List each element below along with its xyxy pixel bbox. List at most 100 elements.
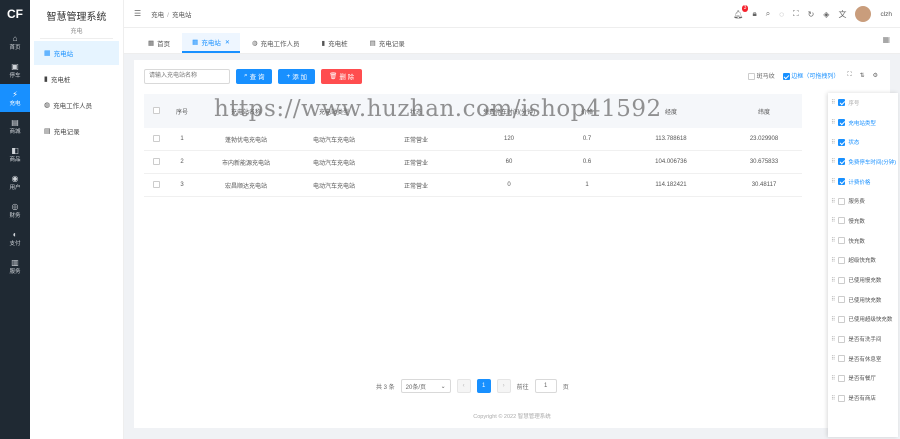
tab-home[interactable]: ▦ 首页: [138, 33, 180, 53]
stripe-toggle[interactable]: 斑马纹: [748, 71, 775, 80]
column-setting-item[interactable]: ⠿ 状态: [828, 132, 898, 152]
column-visible-checkbox[interactable]: [838, 315, 846, 323]
fullscreen-icon[interactable]: ⛶: [847, 72, 851, 79]
tab-charging-pile[interactable]: ▮ 充电桩: [312, 33, 358, 53]
drag-handle-icon[interactable]: ⠿: [831, 198, 835, 205]
column-visible-checkbox[interactable]: [838, 276, 846, 284]
column-visible-checkbox[interactable]: [838, 138, 846, 146]
drag-handle-icon[interactable]: ⠿: [831, 139, 835, 146]
drag-handle-icon[interactable]: ⠿: [831, 217, 835, 224]
column-visible-checkbox[interactable]: [838, 335, 846, 343]
column-visible-checkbox[interactable]: [838, 394, 846, 402]
drag-handle-icon[interactable]: ⠿: [831, 316, 835, 323]
sidebar-item-charging-pile[interactable]: ▮ 充电桩: [34, 67, 119, 91]
drag-handle-icon[interactable]: ⠿: [831, 158, 835, 165]
column-setting-item[interactable]: ⠿ 计费价格: [828, 172, 898, 192]
column-setting-item[interactable]: ⠿ 服务费: [828, 191, 898, 211]
drag-handle-icon[interactable]: ⠿: [831, 257, 835, 264]
nav-payment[interactable]: ◐ 支付: [0, 224, 30, 252]
username[interactable]: clzh: [880, 11, 892, 18]
drag-handle-icon[interactable]: ⠿: [831, 277, 835, 284]
table-row[interactable]: 3 宏昌顺达充电站 电动汽车充电站 正常营业 0 1 114.182421 30…: [144, 174, 802, 197]
next-page-button[interactable]: ›: [496, 379, 511, 393]
column-setting-item[interactable]: ⠿ 是否有餐厅: [828, 369, 898, 389]
nav-finance[interactable]: ◎ 财务: [0, 196, 30, 224]
notification-bell-icon[interactable]: 🔔︎ 3: [733, 4, 749, 19]
goto-page-input[interactable]: 1: [534, 379, 557, 393]
column-header[interactable]: 价格: [558, 107, 616, 116]
drag-handle-icon[interactable]: ⠿: [831, 99, 835, 106]
refresh-icon[interactable]: ↻: [808, 10, 815, 19]
prev-page-button[interactable]: ‹: [456, 379, 471, 393]
theme-icon[interactable]: ◈: [823, 10, 829, 19]
column-visible-checkbox[interactable]: [838, 374, 846, 382]
column-header[interactable]: 纬度: [726, 107, 802, 116]
drag-handle-icon[interactable]: ⠿: [831, 119, 835, 126]
nav-charging[interactable]: ⚡ 充电: [0, 84, 30, 112]
drag-handle-icon[interactable]: ⠿: [831, 355, 835, 362]
sidebar-item-records[interactable]: ▤ 充电记录: [34, 119, 119, 143]
add-button[interactable]: + 添 加: [278, 68, 316, 84]
nav-goods[interactable]: ◧ 商品: [0, 140, 30, 168]
close-icon[interactable]: ✕: [225, 39, 230, 46]
column-setting-item[interactable]: ⠿ 已使用快充数: [828, 290, 898, 310]
sidebar-item-staff[interactable]: ◍ 充电工作人员: [34, 93, 119, 117]
table-row[interactable]: 1 蓬勃优电充电站 电动汽车充电站 正常营业 120 0.7 113.78861…: [144, 128, 802, 151]
column-setting-item[interactable]: ⠿ 是否有洗手间: [828, 329, 898, 349]
lock-icon[interactable]: 🔒︎: [752, 9, 756, 19]
drag-handle-icon[interactable]: ⠿: [831, 178, 835, 185]
column-header[interactable]: 免费停车时间(分钟): [460, 107, 558, 116]
nav-service[interactable]: ▥ 服务: [0, 252, 30, 280]
column-visible-checkbox[interactable]: [838, 158, 846, 166]
column-setting-item[interactable]: ⠿ 序号: [828, 93, 898, 113]
nav-home[interactable]: ⌂ 首页: [0, 28, 30, 56]
drag-handle-icon[interactable]: ⠿: [831, 375, 835, 382]
tab-charging-station[interactable]: ▦ 充电站 ✕: [182, 33, 240, 53]
table-row[interactable]: 2 市内新能源充电站 电动汽车充电站 正常营业 60 0.6 104.00673…: [144, 151, 802, 174]
fullscreen-icon[interactable]: ⛶: [793, 9, 799, 19]
drag-handle-icon[interactable]: ⠿: [831, 395, 835, 402]
column-setting-item[interactable]: ⠿ 超级快充数: [828, 251, 898, 271]
column-header[interactable]: 充电站类型: [296, 107, 372, 116]
column-settings-icon[interactable]: ⚙︎: [873, 72, 878, 79]
column-visible-checkbox[interactable]: [838, 355, 846, 363]
column-setting-item[interactable]: ⠿ 免费停车时间(分钟): [828, 152, 898, 172]
column-visible-checkbox[interactable]: [838, 237, 846, 245]
drag-handle-icon[interactable]: ⠿: [831, 336, 835, 343]
nav-parking[interactable]: ▣ 停车: [0, 56, 30, 84]
row-checkbox[interactable]: [152, 135, 160, 143]
column-setting-item[interactable]: ⠿ 是否有商店: [828, 388, 898, 408]
column-setting-item[interactable]: ⠿ 是否有休息室: [828, 349, 898, 369]
column-header[interactable]: 状态: [372, 107, 460, 116]
tab-records[interactable]: ▤ 充电记录: [360, 33, 415, 53]
column-header[interactable]: 经度: [616, 107, 726, 116]
page-number-current[interactable]: 1: [476, 379, 491, 393]
density-icon[interactable]: ⇅: [860, 72, 865, 79]
page-size-select[interactable]: 20条/页 ⌄: [400, 379, 451, 393]
column-visible-checkbox[interactable]: [838, 296, 846, 304]
column-setting-item[interactable]: ⠿ 快充数: [828, 231, 898, 251]
delete-button[interactable]: 🗑︎ 删 除: [321, 68, 363, 84]
column-header[interactable]: 充电站名称: [196, 107, 296, 116]
drag-handle-icon[interactable]: ⠿: [831, 296, 835, 303]
menu-collapse-icon[interactable]: ☰: [134, 9, 141, 18]
column-visible-checkbox[interactable]: [838, 178, 846, 186]
drag-handle-icon[interactable]: ⠿: [831, 237, 835, 244]
column-setting-item[interactable]: ⠿ 慢充数: [828, 211, 898, 231]
column-setting-item[interactable]: ⠿ 已使用慢充数: [828, 270, 898, 290]
column-visible-checkbox[interactable]: [838, 256, 846, 264]
column-setting-item[interactable]: ⠿ 充电站类型: [828, 113, 898, 133]
select-all-checkbox[interactable]: [152, 107, 160, 115]
column-visible-checkbox[interactable]: [838, 119, 846, 127]
translate-icon[interactable]: 文: [838, 9, 846, 20]
search-icon[interactable]: ⌕: [766, 9, 770, 19]
nav-mall[interactable]: ▤ 商城: [0, 112, 30, 140]
column-visible-checkbox[interactable]: [838, 99, 846, 107]
tab-staff[interactable]: ◍ 充电工作人员: [242, 33, 310, 53]
border-toggle[interactable]: 边框（可拖拽列）: [782, 71, 839, 80]
breadcrumb-item[interactable]: 充电: [151, 12, 164, 19]
column-setting-item[interactable]: ⠿ 已使用超级快充数: [828, 310, 898, 330]
query-button[interactable]: ⌕ 查 询: [236, 68, 273, 84]
nav-user[interactable]: ◉ 用户: [0, 168, 30, 196]
column-visible-checkbox[interactable]: [838, 197, 846, 205]
